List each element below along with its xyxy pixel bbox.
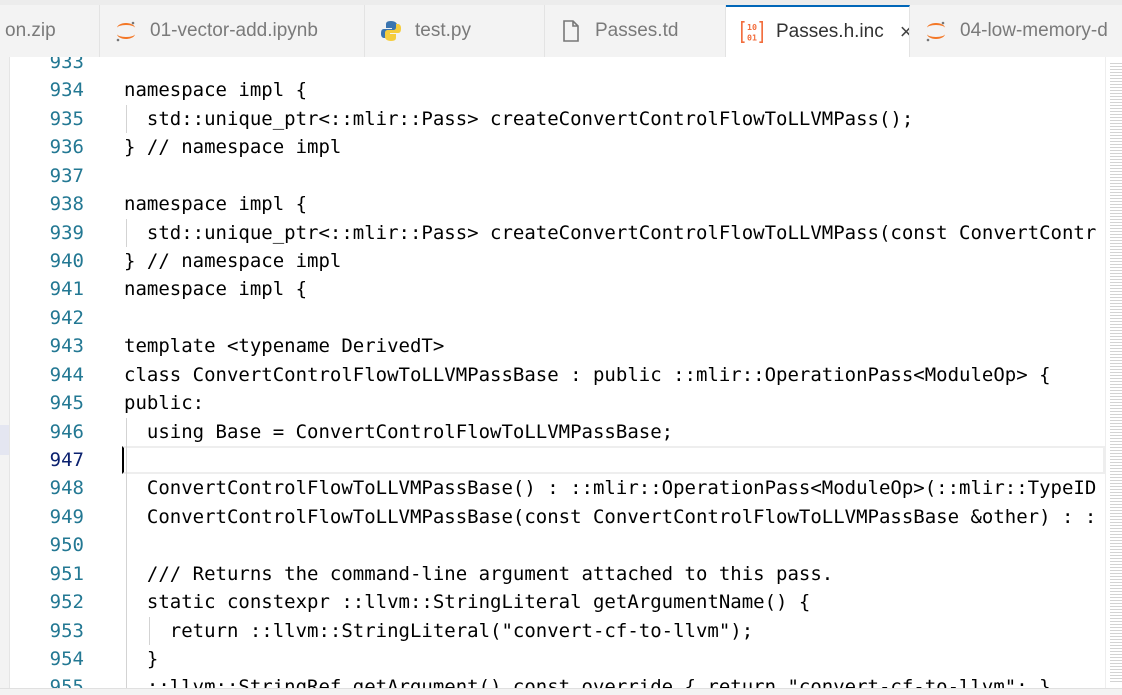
code-text: namespace impl { [124, 193, 308, 216]
code-line[interactable]: 944 class ConvertControlFlowToLLVMPassBas… [10, 361, 1105, 389]
line-number: 955 [49, 676, 84, 688]
tab-01-vector-add-ipynb[interactable]: 01-vector-add.ipynb [100, 5, 365, 57]
code-line[interactable]: 935 std::unique_ptr<::mlir::Pass> create… [10, 105, 1105, 133]
code-line[interactable]: 938 namespace impl { [10, 190, 1105, 218]
code-text: using Base = ConvertControlFlowToLLVMPas… [124, 420, 674, 443]
code-text: ConvertControlFlowToLLVMPassBase() : ::m… [124, 477, 1097, 500]
line-number: 936 [49, 136, 84, 159]
code-text: } // namespace impl [124, 250, 342, 272]
tab-bar: on.zip 01-vector-add.ipynb test.py Passes.t… [0, 0, 1122, 57]
line-number: 942 [49, 306, 84, 329]
line-number: 946 [49, 420, 84, 443]
code-line[interactable]: 939 std::unique_ptr<::mlir::Pass> create… [10, 219, 1105, 247]
code-text: public: [124, 392, 205, 415]
line-number: 949 [49, 505, 84, 528]
tab-04-low-memory-d[interactable]: 04-low-memory-d [910, 5, 1122, 57]
minimap[interactable] [1105, 57, 1122, 688]
code-text: namespace impl { [124, 278, 308, 301]
file-icon [559, 19, 583, 43]
code-line[interactable]: 950 [10, 531, 1105, 559]
code-line[interactable]: 954 } [10, 645, 1105, 673]
code-text: std::unique_ptr<::mlir::Pass> createConv… [124, 107, 914, 130]
svg-text:01: 01 [747, 32, 757, 42]
close-icon[interactable]: × [900, 19, 909, 45]
code-line[interactable]: 936 } // namespace impl [10, 133, 1105, 161]
code-line[interactable]: 952 static constexpr ::llvm::StringLiter… [10, 588, 1105, 616]
line-number: 941 [49, 278, 84, 301]
code-editor[interactable]: 933 934 namespace impl {935 std::unique_pt… [10, 57, 1105, 688]
tab-label: on.zip [5, 20, 56, 41]
code-text: return ::llvm::StringLiteral("convert-cf… [124, 619, 754, 642]
code-line[interactable]: 948 ConvertControlFlowToLLVMPassBase() :… [10, 474, 1105, 502]
code-text: std::unique_ptr<::mlir::Pass> createConv… [124, 221, 1097, 244]
indent-guide [149, 616, 150, 646]
indent-guide [126, 417, 127, 688]
code-text: namespace impl { [124, 79, 308, 102]
code-text: } [124, 648, 159, 671]
code-text: ConvertControlFlowToLLVMPassBase(const C… [124, 505, 1097, 528]
line-number: 938 [49, 193, 84, 216]
activity-strip [0, 57, 10, 695]
code-text: /// Returns the command-line argument at… [124, 562, 834, 585]
jupyter-icon [924, 19, 948, 43]
tab-label: 04-low-memory-d [960, 20, 1108, 41]
line-number: 935 [49, 107, 84, 130]
line-number: 947 [49, 449, 84, 472]
code-line[interactable]: 949 ConvertControlFlowToLLVMPassBase(con… [10, 503, 1105, 531]
line-number: 944 [49, 363, 84, 386]
line-number: 952 [49, 591, 84, 614]
line-number: 943 [49, 335, 84, 358]
code-line[interactable]: 934 namespace impl { [10, 76, 1105, 104]
line-number: 950 [49, 534, 84, 557]
line-number: 939 [49, 221, 84, 244]
line-number: 951 [49, 562, 84, 585]
horizontal-scrollbar[interactable] [0, 688, 1122, 695]
code-line[interactable]: 951 /// Returns the command-line argumen… [10, 560, 1105, 588]
tab-on-zip[interactable]: on.zip [0, 5, 100, 57]
code-text: } // namespace impl [124, 136, 342, 159]
tab-label: Passes.td [595, 20, 679, 41]
code-line[interactable]: 947 [10, 446, 1105, 474]
python-icon [379, 19, 403, 43]
code-line[interactable]: 955 ::llvm::StringRef getArgument() cons… [10, 673, 1105, 688]
line-number: 954 [49, 648, 84, 671]
code-line[interactable]: 945 public: [10, 389, 1105, 417]
tab-label: 01-vector-add.ipynb [150, 20, 318, 41]
line-number: 940 [49, 250, 84, 272]
active-indicator [0, 425, 9, 455]
line-number: 948 [49, 477, 84, 500]
code-line[interactable]: 943 template <typename DerivedT> [10, 332, 1105, 360]
code-text: ::llvm::StringRef getArgument() const ov… [124, 676, 1051, 688]
line-number: 933 [49, 57, 84, 73]
code-line[interactable]: 941 namespace impl { [10, 275, 1105, 303]
binary-file-icon: 10 01 [740, 20, 764, 44]
code-line[interactable]: 942 [10, 304, 1105, 332]
code-text: static constexpr ::llvm::StringLiteral g… [124, 591, 811, 614]
tab-label: Passes.h.inc [776, 21, 884, 42]
minimap-content [1110, 62, 1122, 682]
line-number: 953 [49, 619, 84, 642]
code-line[interactable]: 937 [10, 162, 1105, 190]
tab-passes-h-inc[interactable]: 1001 Passes.h.inc × [726, 5, 910, 57]
code-line[interactable]: 933 [10, 57, 1105, 76]
indent-guide [126, 218, 127, 247]
tab-label: test.py [415, 20, 471, 41]
tab-passes-td[interactable]: Passes.td [545, 5, 726, 57]
jupyter-icon [114, 19, 138, 43]
svg-text:10: 10 [747, 22, 757, 32]
line-number: 937 [49, 164, 84, 187]
code-line[interactable]: 953 return ::llvm::StringLiteral("conver… [10, 617, 1105, 645]
code-line[interactable]: 940 } // namespace impl [10, 247, 1105, 275]
code-text: template <typename DerivedT> [124, 335, 445, 358]
code-line[interactable]: 946 using Base = ConvertControlFlowToLLV… [10, 418, 1105, 446]
code-text: class ConvertControlFlowToLLVMPassBase :… [124, 363, 1051, 386]
indent-guide [126, 104, 127, 134]
line-number: 945 [49, 392, 84, 415]
line-number: 934 [49, 79, 84, 102]
tab-test-py[interactable]: test.py [365, 5, 545, 57]
